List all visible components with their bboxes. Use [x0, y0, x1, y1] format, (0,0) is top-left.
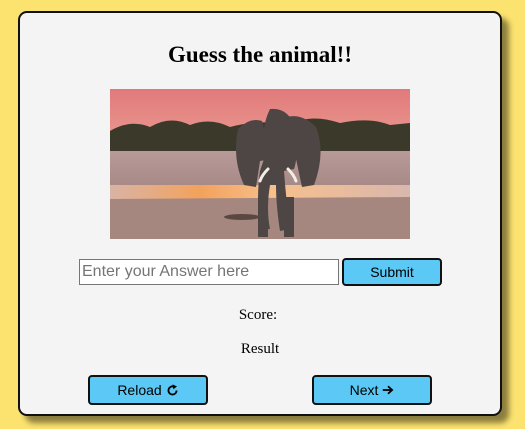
arrow-right-icon — [382, 384, 394, 396]
submit-button[interactable]: Submit — [342, 258, 442, 286]
next-label: Next — [349, 382, 379, 398]
game-card: Guess the animal!! Enter your Answer her… — [18, 11, 502, 416]
next-button[interactable]: Next — [312, 375, 432, 405]
submit-label: Submit — [370, 264, 414, 280]
animal-image — [110, 89, 410, 239]
score-label: Score: — [238, 307, 278, 323]
rotate-clockwise-icon — [166, 383, 179, 397]
score-display: Score: — [20, 307, 500, 324]
result-text: Result — [240, 341, 280, 357]
reload-button[interactable]: Reload — [88, 375, 208, 405]
answer-input[interactable] — [79, 259, 339, 285]
page-title: Guess the animal!! — [168, 42, 352, 67]
reload-label: Reload — [117, 382, 162, 398]
